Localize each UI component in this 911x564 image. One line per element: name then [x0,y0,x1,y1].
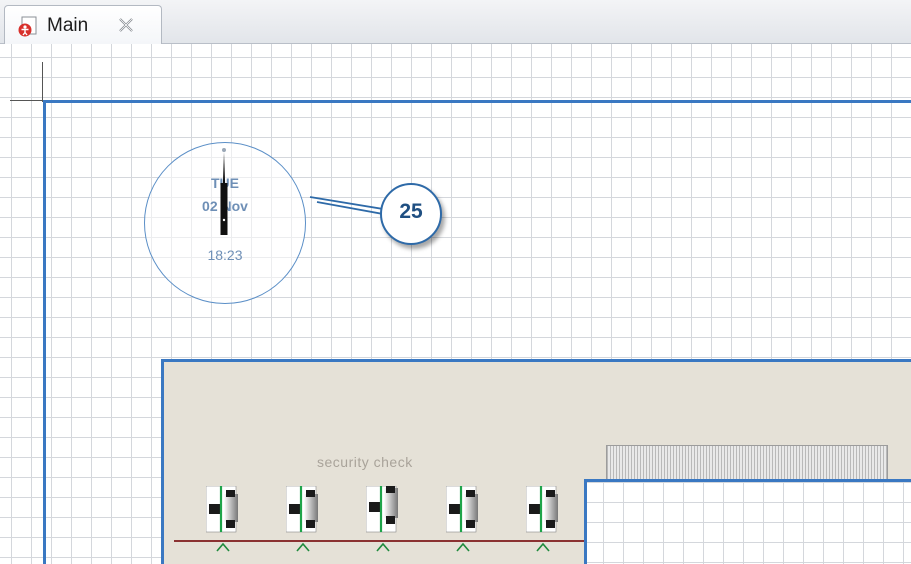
security-check-label: security check [317,454,413,470]
clock-widget[interactable]: TUE 02 Nov 18:23 [144,142,306,304]
close-icon[interactable] [117,16,135,34]
clock-hands-icon [220,148,228,235]
gate-icon[interactable] [526,486,566,536]
gate-icon[interactable] [446,486,486,536]
editor-tab-bar: Main [0,0,911,44]
arrow-up-icon [296,542,310,552]
tab-main[interactable]: Main [4,5,162,44]
arrow-up-icon [376,542,390,552]
arrow-up-icon [536,542,550,552]
hatched-zone [606,445,888,482]
area-border-left [43,100,46,564]
callout-badge: 25 [380,183,442,245]
building-area[interactable]: security check [161,359,911,564]
diagram-canvas[interactable]: TUE 02 Nov 18:23 25 security check [0,44,911,564]
gate-icon[interactable] [206,486,246,536]
area-border-top [43,100,911,103]
gate-icon[interactable] [286,486,326,536]
tab-main-label: Main [47,15,89,36]
arrow-up-icon [456,542,470,552]
tab-file-icon [18,16,37,37]
gate-icon[interactable] [366,486,406,536]
arrow-up-icon [216,542,230,552]
origin-marker-vertical [42,62,43,102]
origin-marker-horizontal [10,100,44,101]
callout-number: 25 [399,200,423,223]
room-area[interactable] [584,479,911,564]
